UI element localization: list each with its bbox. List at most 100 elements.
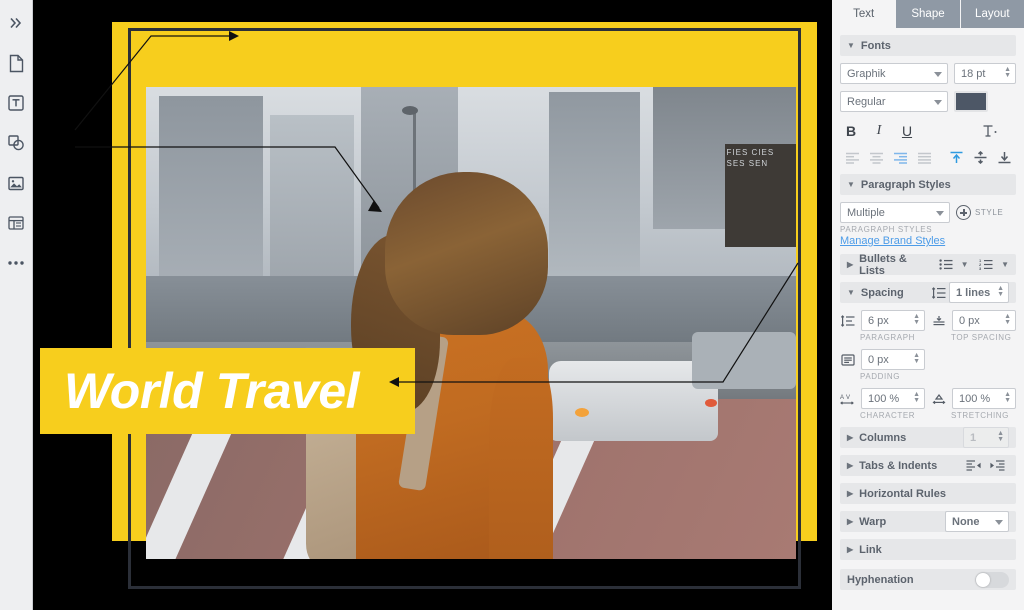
plus-circle-icon <box>956 205 971 220</box>
caret-down-icon: ▼ <box>847 180 855 189</box>
paragraph-style-select[interactable]: Multiple <box>840 202 950 223</box>
warp-select[interactable]: None <box>945 511 1009 532</box>
stepper-arrows-icon[interactable]: ▲ ▼ <box>1004 313 1011 326</box>
banner-text-label: World Travel <box>64 363 360 419</box>
caret-right-icon: ▶ <box>847 461 854 470</box>
page-tool-button[interactable] <box>1 46 31 80</box>
stepper-arrows-icon[interactable]: ▲ ▼ <box>1004 391 1011 404</box>
paragraph-spacing-value: 6 px <box>868 314 889 327</box>
image-icon <box>7 175 25 192</box>
section-hyphenation-header: Hyphenation <box>840 569 1016 590</box>
section-warp-title: Warp <box>859 515 887 528</box>
stepper-arrows-icon[interactable]: ▲ ▼ <box>1004 66 1011 79</box>
section-spacing-header[interactable]: ▼ Spacing 1 lines ▲ ▼ <box>840 282 1016 303</box>
photo-image[interactable]: FIES CIES SES SEN <box>146 87 796 559</box>
paragraph-spacing-input[interactable]: 6 px ▲ ▼ <box>861 310 925 331</box>
text-tool-button[interactable] <box>1 86 31 120</box>
section-tabs-indents-header[interactable]: ▶ Tabs & Indents <box>840 455 1016 476</box>
underline-button[interactable]: U <box>896 121 918 141</box>
align-left-icon[interactable] <box>840 148 864 167</box>
padding-input[interactable]: 0 px ▲ ▼ <box>861 349 925 370</box>
more-tools-button[interactable] <box>1 246 31 280</box>
section-bullets-lists-header[interactable]: ▶ Bullets & Lists ▼ 1 2 3 ▼ <box>840 252 1016 277</box>
add-style-button[interactable]: STYLE <box>956 205 1003 220</box>
stepper-arrows-icon[interactable]: ▲ ▼ <box>913 391 920 404</box>
manage-brand-styles-link[interactable]: Manage Brand Styles <box>840 235 1016 247</box>
numbered-list-icon[interactable]: 1 2 3 <box>975 255 999 274</box>
align-justify-icon[interactable] <box>912 148 936 167</box>
section-bullets-lists-title: Bullets & Lists <box>859 252 907 277</box>
section-fonts-header[interactable]: ▼ Fonts <box>840 35 1016 56</box>
stretching-value: 100 % <box>959 392 991 405</box>
text-options-icon[interactable] <box>978 122 1002 141</box>
section-columns-header[interactable]: ▶ Columns 1 ▲ ▼ <box>840 427 1016 448</box>
font-color-swatch[interactable] <box>954 91 988 112</box>
padding-label: PADDING <box>860 372 901 381</box>
font-style-select[interactable]: Regular <box>840 91 948 112</box>
table-tool-button[interactable] <box>1 206 31 240</box>
bullet-dropdown-caret-icon[interactable]: ▼ <box>961 260 969 269</box>
vertical-align-top-icon[interactable] <box>944 148 968 167</box>
bold-button[interactable]: B <box>840 121 862 141</box>
hyphenation-label: Hyphenation <box>847 573 914 586</box>
paragraph-style-row: Multiple STYLE <box>840 202 1016 223</box>
columns-value: 1 <box>970 431 977 444</box>
tab-text[interactable]: Text <box>832 0 897 28</box>
italic-button[interactable]: I <box>868 121 890 141</box>
image-tool-button[interactable] <box>1 166 31 200</box>
section-warp-header[interactable]: ▶ Warp None <box>840 511 1016 532</box>
top-spacing-input[interactable]: 0 px ▲ ▼ <box>952 310 1016 331</box>
double-chevron-right-icon <box>8 15 24 31</box>
paragraph-styles-caption: PARAGRAPH STYLES <box>840 225 933 234</box>
character-spacing-icon: A V <box>840 389 856 408</box>
properties-panel: Text Shape Layout ▼ Fonts Graphik 18 pt … <box>832 0 1024 610</box>
section-paragraph-styles-title: Paragraph Styles <box>860 178 951 191</box>
align-right-icon[interactable] <box>888 148 912 167</box>
table-grid-icon <box>7 215 25 231</box>
font-style-row: Regular <box>840 91 1016 112</box>
increase-indent-icon[interactable] <box>985 456 1009 475</box>
text-format-row: B I U <box>840 121 1016 141</box>
font-family-select[interactable]: Graphik <box>840 63 948 84</box>
section-horizontal-rules-title: Horizontal Rules <box>859 487 946 500</box>
line-spacing-icon <box>931 283 947 302</box>
section-spacing-title: Spacing <box>860 286 904 299</box>
section-tabs-indents-title: Tabs & Indents <box>859 459 938 472</box>
section-link-header[interactable]: ▶ Link <box>840 539 1016 560</box>
stepper-arrows-icon[interactable]: ▲ ▼ <box>913 352 920 365</box>
vertical-align-middle-icon[interactable] <box>968 148 992 167</box>
expand-panel-button[interactable] <box>1 6 31 40</box>
font-size-input[interactable]: 18 pt ▲ ▼ <box>954 63 1016 84</box>
numbered-dropdown-caret-icon[interactable]: ▼ <box>1001 260 1009 269</box>
top-spacing-label: TOP SPACING <box>951 333 1012 342</box>
columns-input[interactable]: 1 ▲ ▼ <box>963 427 1009 448</box>
left-toolbar <box>0 0 33 610</box>
line-spacing-input[interactable]: 1 lines ▲ ▼ <box>949 282 1009 303</box>
tab-shape[interactable]: Shape <box>896 0 961 28</box>
top-spacing-icon <box>931 311 947 330</box>
decrease-indent-icon[interactable] <box>961 456 985 475</box>
vertical-align-bottom-icon[interactable] <box>992 148 1016 167</box>
tab-layout[interactable]: Layout <box>960 0 1024 28</box>
stepper-arrows-icon[interactable]: ▲ ▼ <box>913 313 920 326</box>
align-center-icon[interactable] <box>864 148 888 167</box>
stretching-input[interactable]: 100 % ▲ ▼ <box>952 388 1016 409</box>
section-fonts-title: Fonts <box>860 39 891 52</box>
hyphenation-toggle[interactable] <box>975 571 1009 588</box>
shapes-tool-button[interactable] <box>1 126 31 160</box>
paragraph-spacing-icon <box>840 311 856 330</box>
design-canvas[interactable]: FIES CIES SES SEN World Travel <box>33 0 832 610</box>
stretching-label: STRETCHING <box>951 411 1009 420</box>
paragraph-spacing-label: PARAGRAPH <box>860 333 916 342</box>
add-style-label: STYLE <box>975 208 1004 217</box>
character-spacing-value: 100 % <box>868 392 900 405</box>
section-horizontal-rules-header[interactable]: ▶ Horizontal Rules <box>840 483 1016 504</box>
section-paragraph-styles-header[interactable]: ▼ Paragraph Styles <box>840 174 1016 195</box>
stepper-arrows-icon[interactable]: ▲ ▼ <box>997 285 1004 298</box>
bullet-list-icon[interactable] <box>934 255 958 274</box>
character-spacing-input[interactable]: 100 % ▲ ▼ <box>861 388 925 409</box>
document-page-icon <box>8 54 25 73</box>
photo-signboard-text: FIES CIES SES SEN <box>724 143 796 248</box>
text-banner-element[interactable]: World Travel <box>40 348 415 434</box>
stretching-icon <box>931 389 947 408</box>
